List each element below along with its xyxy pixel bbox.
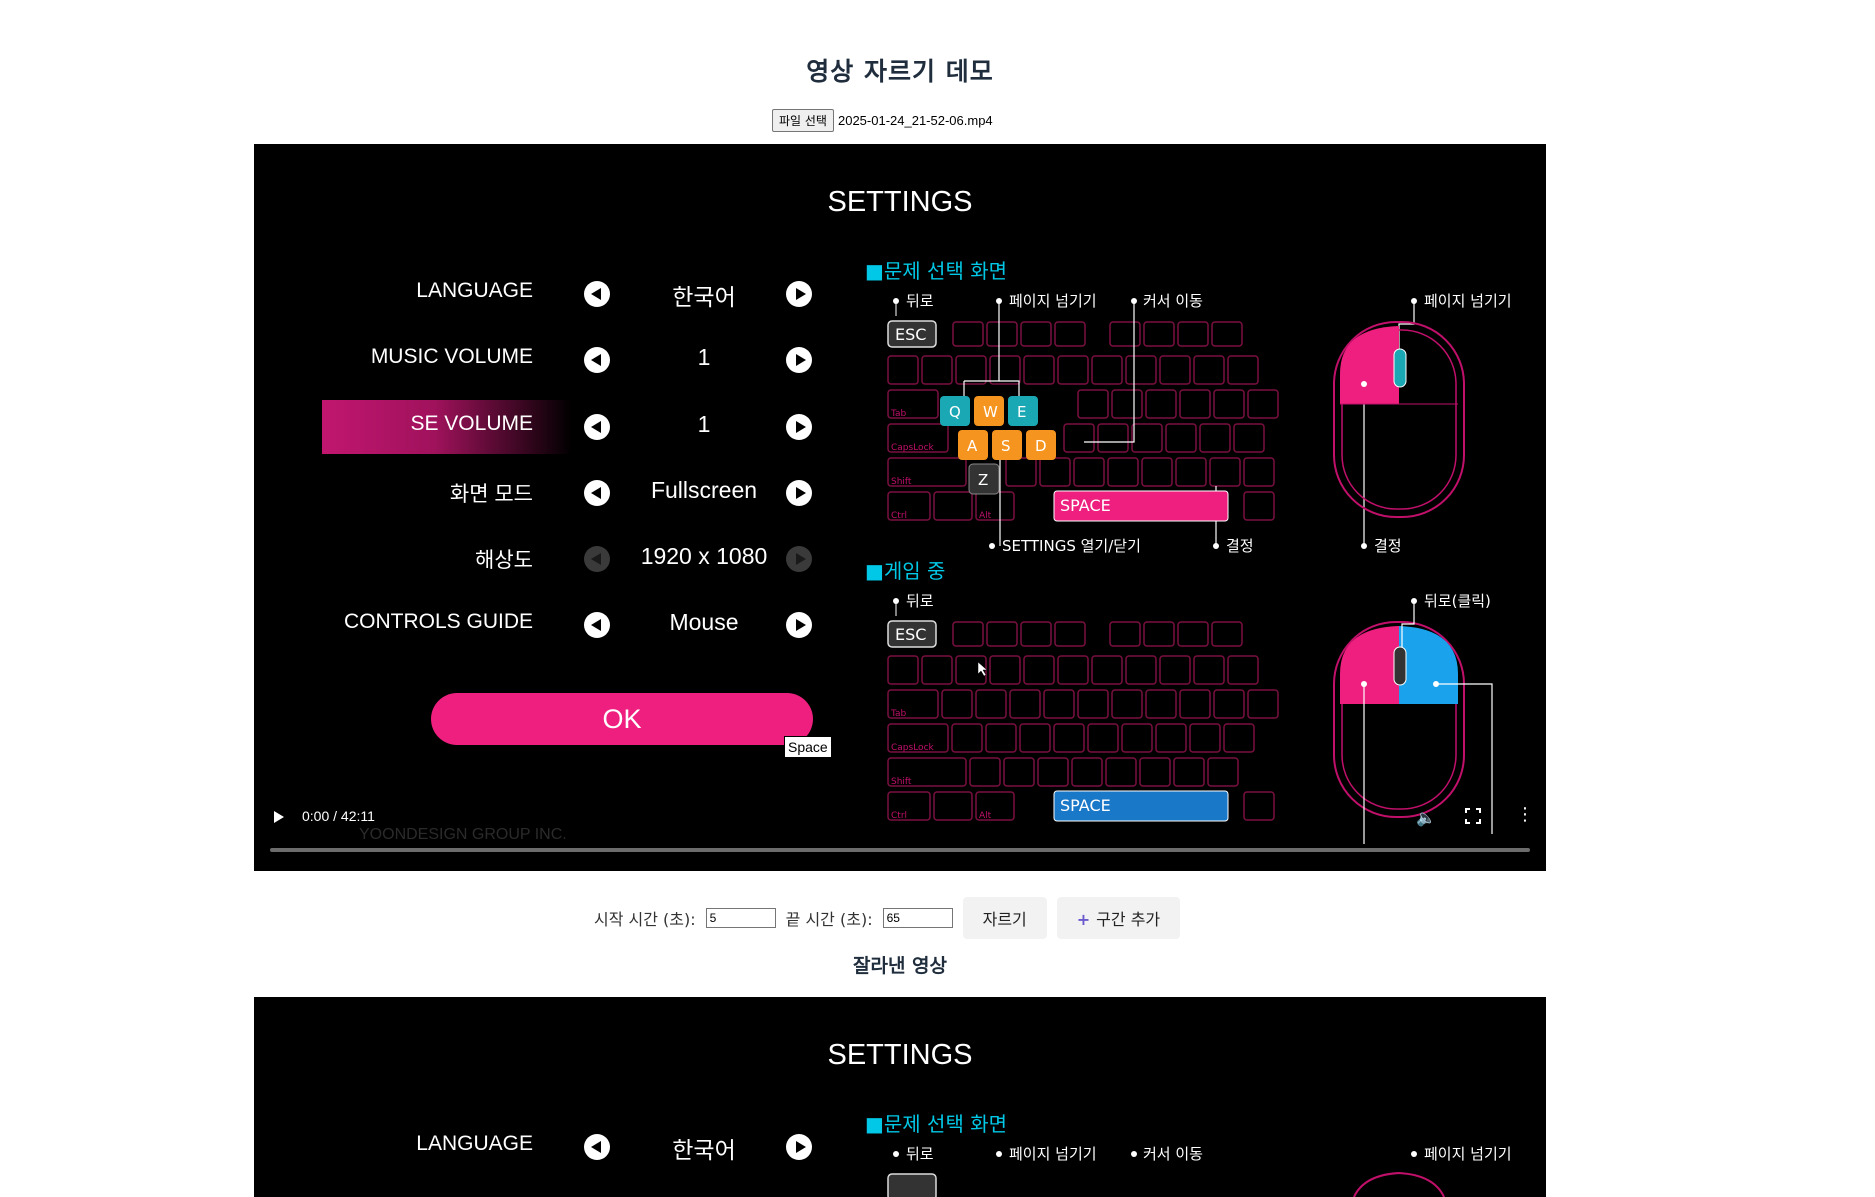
video-controls: 0:00 / 42:11 🔈 ⋮ — [254, 794, 1546, 871]
svg-text:커서 이동: 커서 이동 — [1143, 1145, 1203, 1163]
file-picker[interactable]: 파일 선택 2025-01-24_21-52-06.mp4 — [772, 109, 993, 132]
file-select-button[interactable]: 파일 선택 — [772, 109, 834, 132]
end-time-input[interactable] — [882, 908, 953, 928]
svg-text:A: A — [967, 437, 978, 455]
plus-icon: + — [1076, 910, 1091, 929]
result-title: 잘라낸 영상 — [852, 955, 947, 977]
guide-label-settings: SETTINGS 열기/닫기 — [1002, 537, 1141, 555]
key-label-shift: Shift — [891, 477, 912, 487]
end-time-label: 끝 시간 (초): — [785, 910, 873, 929]
more-options-icon[interactable]: ⋮ — [1516, 806, 1534, 824]
cut-button[interactable]: 자르기 — [962, 897, 1047, 939]
esc-key-label: ESC — [895, 325, 926, 344]
svg-text:S: S — [1001, 437, 1011, 455]
guide-section-title: ■문제 선택 화면 — [865, 259, 1007, 283]
add-segment-button[interactable]: + 구간 추가 — [1056, 897, 1181, 939]
svg-text:E: E — [1017, 403, 1026, 421]
play-icon[interactable] — [274, 811, 284, 823]
result-video-player[interactable]: SETTINGS LANGUAGE 한국어 ■문제 선택 화면 뒤로 페이지 넘… — [254, 997, 1546, 1197]
start-time-label: 시작 시간 (초): — [594, 910, 696, 929]
key-label-alt: Alt — [979, 511, 992, 521]
fullscreen-icon[interactable] — [1464, 807, 1482, 825]
svg-text:Shift: Shift — [891, 777, 912, 787]
guide-label-page-mouse: 페이지 넘기기 — [1424, 292, 1512, 310]
svg-text:Z: Z — [978, 471, 988, 489]
svg-text:SPACE: SPACE — [1060, 496, 1111, 515]
svg-text:Tab: Tab — [890, 709, 907, 719]
svg-text:W: W — [983, 403, 998, 421]
time-display: 0:00 / 42:11 — [302, 808, 375, 824]
guide-label-back-click: 뒤로(클릭) — [1424, 592, 1491, 610]
progress-bar[interactable] — [270, 848, 1530, 852]
key-label-ctrl: Ctrl — [891, 511, 907, 521]
svg-text:페이지 넘기기: 페이지 넘기기 — [1009, 1145, 1097, 1163]
svg-text:뒤로: 뒤로 — [906, 1145, 934, 1163]
guide-label-confirm: 결정 — [1226, 537, 1254, 555]
file-name: 2025-01-24_21-52-06.mp4 — [837, 113, 993, 128]
controls-guide-diagram-2: ■문제 선택 화면 뒤로 페이지 넘기기 커서 이동 페이지 넘기기 — [865, 1112, 1512, 1197]
guide-label-page: 페이지 넘기기 — [1009, 292, 1097, 310]
svg-text:D: D — [1035, 437, 1047, 455]
controls-guide-diagram: ■문제 선택 화면 뒤로 페이지 넘기기 커서 이동 페이지 넘기기 Tab C… — [865, 259, 1512, 844]
svg-text:ESC: ESC — [895, 625, 926, 644]
video-player[interactable]: SETTINGS LANGUAGE 한국어 MUSIC VOLUME 1 SE … — [254, 144, 1546, 871]
guide-label-cursor: 커서 이동 — [1143, 292, 1203, 310]
svg-text:■문제 선택 화면: ■문제 선택 화면 — [865, 1112, 1007, 1136]
key-label-capslock: CapsLock — [891, 443, 935, 453]
guide-label-confirm-mouse: 결정 — [1374, 537, 1402, 555]
key-label-tab: Tab — [890, 409, 907, 419]
add-segment-label: 구간 추가 — [1096, 910, 1161, 929]
svg-text:CapsLock: CapsLock — [891, 743, 935, 753]
guide-label-back-2: 뒤로 — [906, 592, 934, 610]
svg-text:Q: Q — [949, 403, 961, 421]
volume-icon[interactable]: 🔈 — [1416, 808, 1436, 827]
svg-text:페이지 넘기기: 페이지 넘기기 — [1424, 1145, 1512, 1163]
trim-controls: 시작 시간 (초): 끝 시간 (초): 자르기 + 구간 추가 — [594, 897, 1181, 939]
start-time-input[interactable] — [705, 908, 776, 928]
page-title: 영상 자르기 데모 — [806, 57, 994, 86]
guide-label-back: 뒤로 — [906, 292, 934, 310]
guide-section-title-2: ■게임 중 — [865, 559, 945, 583]
